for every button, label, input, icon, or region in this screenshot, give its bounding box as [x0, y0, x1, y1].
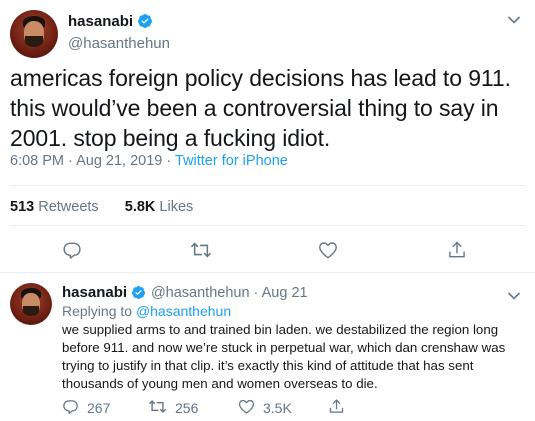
like-icon	[238, 398, 255, 418]
retweets-count: 513	[10, 199, 35, 215]
tweet-meta: 6:08 PM · Aug 21, 2019 · Twitter for iPh…	[10, 153, 288, 169]
divider	[10, 185, 525, 186]
reply-icon	[62, 398, 79, 418]
retweet-count: 256	[175, 400, 199, 416]
reply-icon[interactable]	[62, 240, 82, 260]
share-icon	[328, 398, 345, 418]
share-icon[interactable]	[447, 240, 467, 260]
likes-count: 5.8K	[124, 199, 156, 215]
chevron-down-icon[interactable]	[507, 288, 521, 306]
retweets-stat[interactable]: 513 Retweets	[10, 199, 99, 215]
like-count: 3.5K	[263, 400, 292, 416]
avatar[interactable]	[10, 10, 58, 58]
tweet-text: americas foreign policy decisions has le…	[10, 65, 511, 151]
tweet-date[interactable]: Aug 21, 2019	[76, 153, 162, 169]
tweet-header: hasanabi @hasanthehun	[68, 12, 488, 53]
reply-date[interactable]: Aug 21	[262, 285, 308, 301]
meta-separator-2: ·	[162, 153, 175, 169]
meta-separator: ·	[64, 153, 77, 169]
likes-stat[interactable]: 5.8K Likes	[125, 199, 194, 215]
tweet-stats: 513 Retweets 5.8K Likes	[10, 199, 193, 215]
tweet-time[interactable]: 6:08 PM	[10, 153, 64, 169]
tweet-author-name[interactable]: hasanabi	[68, 13, 133, 30]
avatar-beard	[25, 36, 43, 47]
retweet-icon	[148, 398, 167, 418]
likes-label: Likes	[159, 199, 194, 215]
like-action[interactable]: 3.5K	[238, 398, 292, 418]
divider	[0, 272, 535, 273]
reply-author-handle[interactable]: @hasanthehun	[151, 285, 250, 301]
reply-avatar[interactable]	[10, 283, 52, 325]
reply-author-name[interactable]: hasanabi	[62, 284, 127, 301]
reply-count: 267	[87, 400, 111, 416]
verified-badge-icon	[137, 13, 153, 34]
replying-to-handle[interactable]: @hasanthehun	[136, 303, 231, 319]
retweet-icon[interactable]	[190, 240, 212, 260]
retweets-label: Retweets	[38, 199, 99, 215]
chevron-down-icon[interactable]	[507, 12, 521, 30]
reply-text: we supplied arms to and trained bin lade…	[62, 322, 506, 391]
avatar-beard	[23, 306, 39, 316]
tweet-client[interactable]: Twitter for iPhone	[175, 153, 288, 169]
retweet-action[interactable]: 256	[148, 398, 198, 418]
like-icon[interactable]	[318, 240, 338, 260]
reply-separator: ·	[249, 285, 262, 301]
share-action[interactable]	[328, 398, 345, 418]
replying-to-label: Replying to	[62, 303, 133, 319]
tweet-author-handle[interactable]: @hasanthehun	[68, 34, 488, 53]
divider	[10, 225, 525, 226]
replying-to: Replying to @hasanthehun	[62, 302, 231, 320]
reply-action[interactable]: 267	[62, 398, 110, 418]
